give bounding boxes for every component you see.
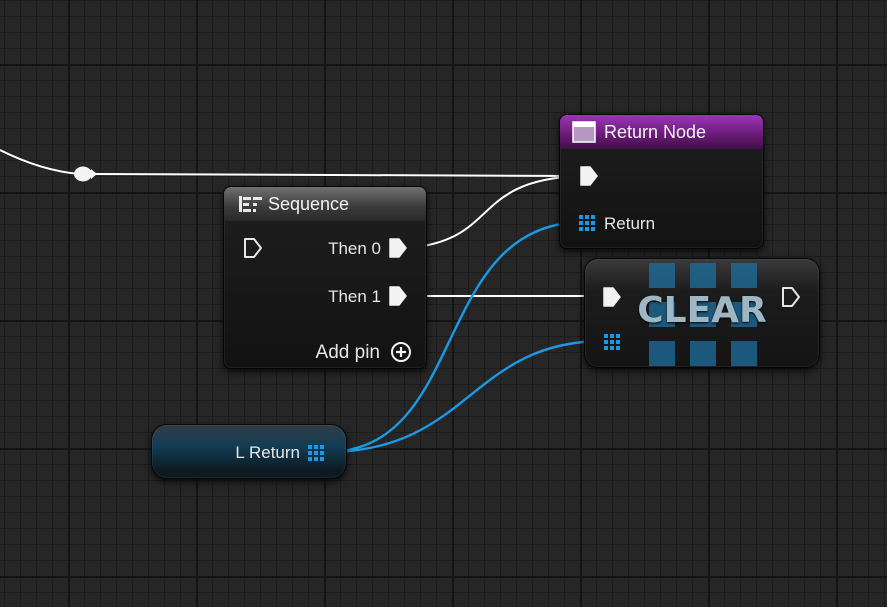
sequence-exec-in-pin[interactable] bbox=[243, 238, 263, 258]
sequence-icon bbox=[238, 194, 264, 214]
clear-exec-in-pin[interactable] bbox=[602, 287, 622, 307]
sequence-node-header[interactable]: Sequence bbox=[224, 187, 426, 221]
sequence-then1-pin[interactable] bbox=[388, 286, 408, 306]
return-node-header[interactable]: Return Node bbox=[560, 115, 763, 149]
add-pin-label[interactable]: Add pin bbox=[316, 342, 380, 364]
sequence-node[interactable]: Sequence Then 0 Then 1 Add pin bbox=[223, 186, 427, 369]
return-node-title: Return Node bbox=[604, 121, 707, 142]
exec-wire-then0-to-return[interactable] bbox=[407, 175, 581, 249]
function-icon bbox=[572, 121, 596, 143]
return-node[interactable]: Return Node Return bbox=[559, 114, 764, 249]
return-pin-label: Return bbox=[604, 214, 656, 233]
return-exec-in-pin[interactable] bbox=[579, 166, 599, 186]
sequence-node-title: Sequence bbox=[268, 193, 350, 214]
l-return-label: L Return bbox=[235, 443, 300, 462]
clear-node[interactable]: CLEAR bbox=[584, 258, 820, 368]
reroute-knot-icon[interactable] bbox=[73, 165, 99, 183]
sequence-then1-label: Then 1 bbox=[328, 287, 381, 306]
exec-wire-reroute-to-return[interactable] bbox=[91, 173, 581, 177]
sequence-then0-pin[interactable] bbox=[388, 238, 408, 258]
exec-wire-incoming[interactable] bbox=[0, 149, 81, 175]
add-pin-icon[interactable] bbox=[390, 341, 412, 363]
sequence-then0-label: Then 0 bbox=[328, 239, 381, 258]
l-return-array-pin[interactable] bbox=[308, 445, 324, 461]
l-return-variable-node[interactable]: L Return bbox=[151, 424, 347, 479]
clear-array-pin[interactable] bbox=[604, 334, 620, 350]
return-array-pin[interactable] bbox=[579, 215, 595, 231]
blueprint-graph-canvas[interactable]: Sequence Then 0 Then 1 Add pin Return No… bbox=[0, 0, 887, 607]
clear-exec-out-pin[interactable] bbox=[781, 287, 801, 307]
